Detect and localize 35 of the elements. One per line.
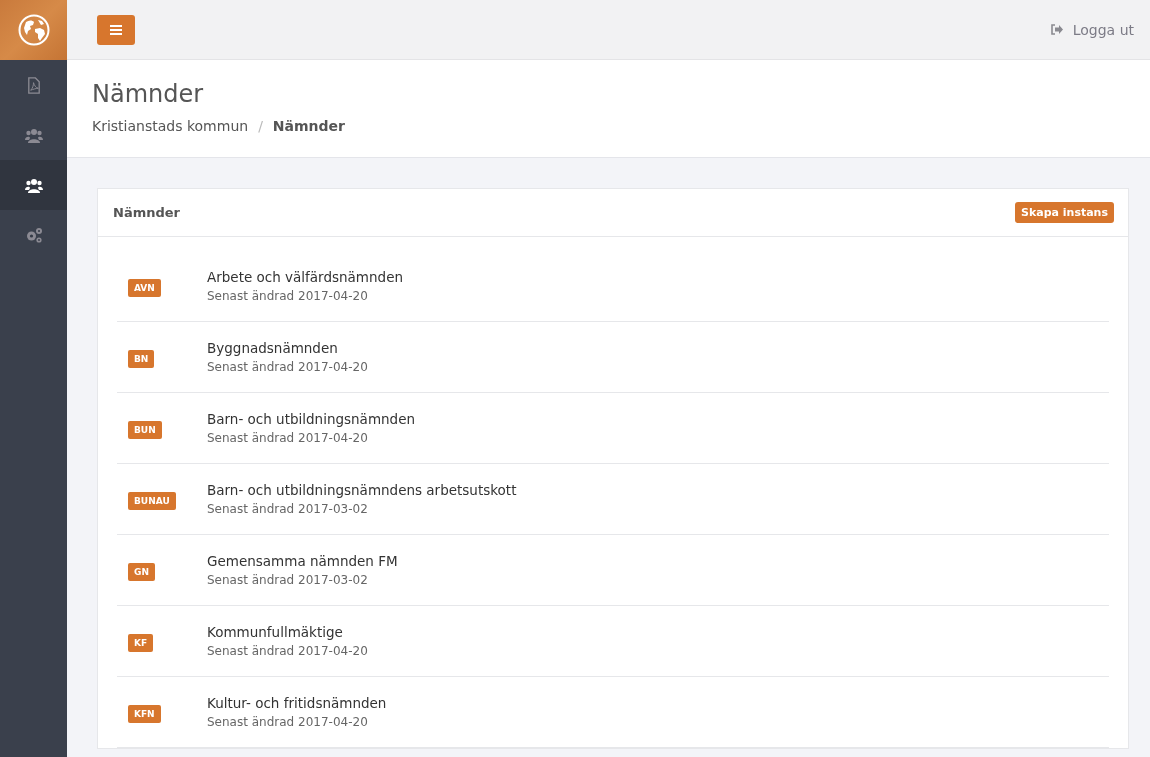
- modified-date: Senast ändrad 2017-04-20: [207, 431, 369, 445]
- breadcrumb-item: Nämnder: [272, 118, 345, 134]
- abbreviation-badge: KFN: [128, 704, 161, 723]
- abbreviation-badge: BN: [128, 349, 155, 368]
- menu-icon: [110, 24, 122, 35]
- committee-link[interactable]: Kultur- och fritidsnämnden: [207, 695, 387, 711]
- users-icon: [24, 126, 43, 144]
- abbreviation-badge: BUNAU: [128, 491, 176, 510]
- committee-link[interactable]: Arbete och välfärdsnämnden: [207, 269, 403, 285]
- committee-link[interactable]: Barn- och utbildningsnämnden: [207, 411, 416, 427]
- sign-out-icon: [1049, 24, 1063, 35]
- modified-date: Senast ändrad 2017-03-02: [207, 502, 369, 516]
- logout-link[interactable]: Logga ut: [1049, 21, 1134, 38]
- modified-date: Senast ändrad 2017-04-20: [207, 360, 368, 374]
- globe-icon: [17, 14, 50, 46]
- panel-title: Nämnder: [113, 205, 180, 220]
- menu-button[interactable]: [97, 14, 135, 45]
- breadcrumb-item[interactable]: Kristianstads kommun: [92, 118, 249, 134]
- abbreviation-badge: BUN: [128, 420, 162, 439]
- sidebar-item[interactable]: [0, 160, 67, 210]
- abbreviation-badge: AVN: [128, 278, 161, 297]
- modified-date: Senast ändrad 2017-03-02: [207, 573, 369, 587]
- committee-link[interactable]: Kommunfullmäktige: [207, 624, 368, 640]
- abbreviation-badge: KF: [128, 633, 154, 652]
- gears-icon: [24, 226, 43, 244]
- breadcrumb-separator: /: [257, 118, 264, 134]
- abbreviation-badge: GN: [128, 562, 155, 581]
- modified-date: Senast ändrad 2017-04-20: [207, 644, 368, 658]
- committee-link[interactable]: Barn- och utbildningsnämndens arbetsutskott: [207, 482, 517, 498]
- committee-link[interactable]: Gemensamma nämnden FM: [207, 553, 398, 569]
- committee-link[interactable]: Byggnadsnämnden: [207, 340, 368, 356]
- users-icon: [24, 176, 43, 194]
- page-title: Nämnder: [92, 80, 205, 108]
- modified-date: Senast ändrad 2017-04-20: [207, 715, 369, 729]
- modified-date: Senast ändrad 2017-04-20: [207, 289, 369, 303]
